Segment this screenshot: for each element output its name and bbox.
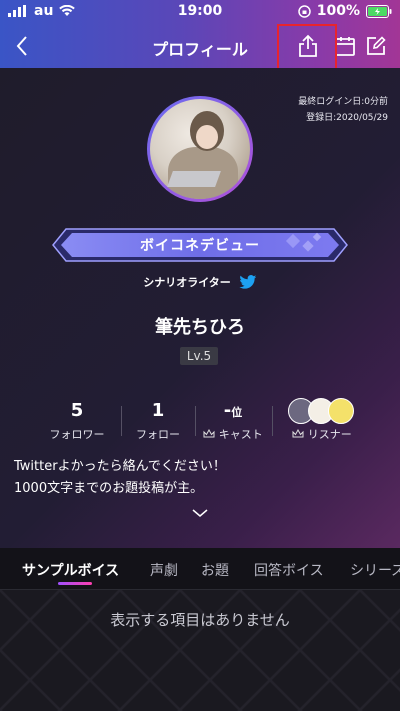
active-tab-indicator [58,582,92,585]
tab-answer-voice[interactable]: 回答ボイス [254,560,324,580]
cast-rank-row: -位 [200,400,266,424]
role-line: シナリオライター [0,274,400,290]
followers-count: 5 [70,400,84,421]
role-label: シナリオライター [143,276,231,289]
avatar-image [150,99,250,199]
twitter-icon[interactable] [239,274,257,290]
crown-icon [203,428,215,438]
status-right: 100% [297,3,392,19]
cast-rank-label-row: キャスト [200,426,266,442]
badge-label: ボイコネデビュー [140,238,260,254]
stat-cast-rank[interactable]: -位 キャスト [200,400,266,442]
status-bar: au 19:00 100% [0,0,400,22]
bio-line: Twitterよかったら絡んでください！ [14,459,226,474]
bio-line: 1000文字までのお題投稿が主。 [14,481,204,496]
registered-date: 登録日:2020/05/29 [306,113,388,123]
avatar[interactable] [147,96,253,202]
nav-bar: プロフィール [0,26,400,66]
tab-voice-drama[interactable]: 声劇 [150,560,178,580]
username: 筆先ちひろ [155,317,245,338]
stat-followers[interactable]: 5 フォロワー [48,400,106,442]
header: au 19:00 100% プロフィール [0,0,400,68]
empty-message: 表示する項目はありません [110,611,290,629]
stats-row: 5 フォロワー 1 フォロー -位 キャスト リスナー [0,398,400,444]
tab-bar: サンプルボイス 声劇 お題 回答ボイス シリーズ [0,548,400,590]
stat-divider [272,406,273,436]
listener-label-row: リスナー [282,426,362,442]
stat-listeners[interactable]: リスナー [282,398,362,442]
cast-rank-label: キャスト [218,428,263,441]
battery-percent: 100% [316,3,360,19]
stat-following[interactable]: 1 フォロー [130,400,186,442]
level-badge: Lv.5 [180,347,218,365]
cast-rank-unit: 位 [231,406,243,419]
followers-label: フォロワー [49,428,105,441]
tab-content: 表示する項目はありません [0,590,400,711]
stat-divider [121,406,122,436]
listener-label: リスナー [307,428,352,441]
calendar-icon [335,37,355,56]
debut-badge: ボイコネデビュー [52,228,348,262]
chevron-down-icon [192,509,208,517]
expand-bio-button[interactable] [191,503,209,522]
following-count: 1 [151,400,165,421]
stat-divider [195,406,196,436]
crown-icon [292,428,304,438]
orientation-lock-icon [297,4,311,18]
edit-icon [367,36,386,55]
tab-series[interactable]: シリーズ [350,560,400,580]
bio: Twitterよかったら絡んでください！ 1000文字までのお題投稿が主。 [14,456,226,500]
edit-button[interactable] [362,32,390,60]
listener-avatar [328,398,354,424]
last-login: 最終ログイン日:0分前 [298,97,388,107]
tab-topics[interactable]: お題 [201,560,229,580]
listener-avatars [282,398,362,424]
following-label: フォロー [136,428,180,441]
tab-sample-voice[interactable]: サンプルボイス [22,560,119,580]
battery-icon [366,4,392,18]
